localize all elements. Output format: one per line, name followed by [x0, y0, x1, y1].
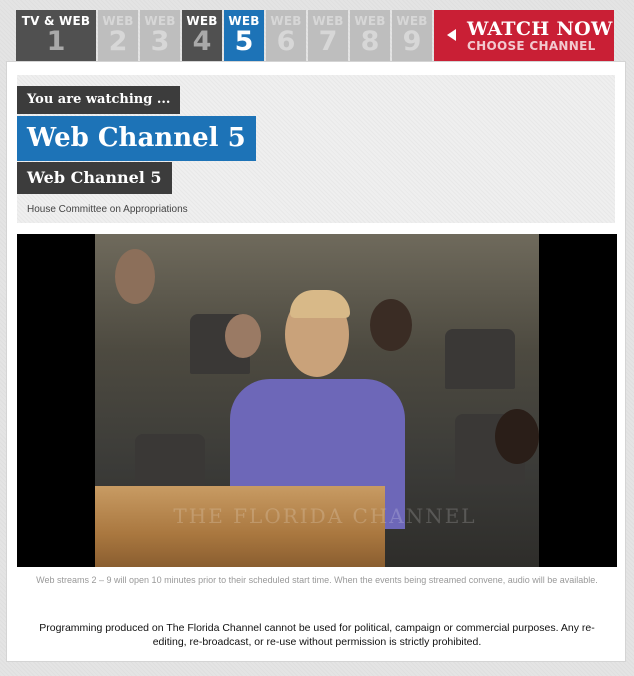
tab-web-6[interactable]: WEB 6 — [266, 10, 306, 61]
tab-tv-web-1[interactable]: TV & WEB 1 — [16, 10, 96, 61]
tab-number: 1 — [46, 26, 66, 57]
channel-subtitle: Web Channel 5 — [17, 162, 172, 194]
channel-watermark: THE FLORIDA CHANNEL — [173, 504, 477, 528]
tab-number: 3 — [150, 26, 170, 57]
tab-web-7[interactable]: WEB 7 — [308, 10, 348, 61]
tab-number: 4 — [192, 26, 212, 57]
watching-label: You are watching ... — [17, 86, 181, 114]
tab-web-4[interactable]: WEB 4 — [182, 10, 222, 61]
video-frame[interactable]: THE FLORIDA CHANNEL — [95, 234, 539, 567]
tab-web-2[interactable]: WEB 2 — [98, 10, 138, 61]
tab-number: 9 — [402, 26, 422, 57]
watch-now-title: WATCH NOW — [467, 18, 613, 40]
tab-number: 5 — [234, 26, 254, 57]
tab-web-8[interactable]: WEB 8 — [350, 10, 390, 61]
tab-number: 8 — [360, 26, 380, 57]
tab-number: 7 — [318, 26, 338, 57]
disclaimer-text: Programming produced on The Florida Chan… — [39, 622, 595, 648]
tab-web-3[interactable]: WEB 3 — [140, 10, 180, 61]
left-arrow-icon — [447, 29, 456, 41]
channel-title: Web Channel 5 — [17, 116, 256, 161]
tab-web-9[interactable]: WEB 9 — [392, 10, 432, 61]
video-player[interactable]: THE FLORIDA CHANNEL — [17, 234, 617, 567]
choose-channel-label: CHOOSE CHANNEL — [467, 39, 596, 53]
tab-web-5[interactable]: WEB 5 — [224, 10, 264, 61]
stream-notice: Web streams 2 – 9 will open 10 minutes p… — [36, 575, 598, 585]
main-panel: You are watching ... Web Channel 5 Web C… — [6, 61, 626, 662]
tab-number: 6 — [276, 26, 296, 57]
tab-number: 2 — [108, 26, 128, 57]
watch-now-button[interactable]: WATCH NOW CHOOSE CHANNEL — [434, 10, 614, 61]
committee-name: House Committee on Appropriations — [27, 204, 188, 215]
channel-header: You are watching ... Web Channel 5 Web C… — [17, 75, 615, 223]
